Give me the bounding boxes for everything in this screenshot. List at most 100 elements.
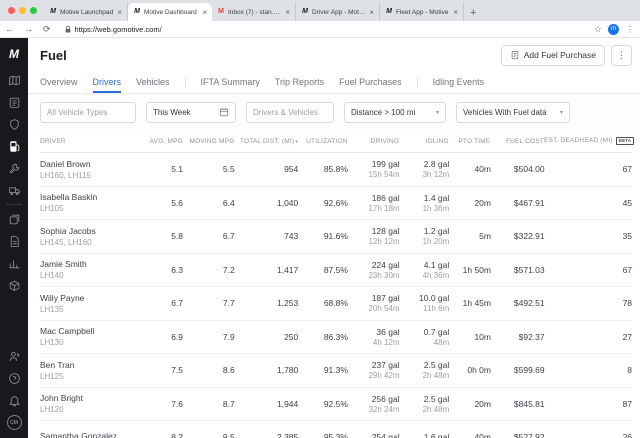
close-tab-icon[interactable]: × bbox=[202, 8, 207, 17]
table-row[interactable]: Samantha Gonzalez 8.2 9.5 2,385 95.3% 25… bbox=[40, 421, 632, 438]
col-moving-mpg[interactable]: MOVING MPG bbox=[183, 138, 235, 145]
tab-drivers[interactable]: Drivers bbox=[93, 72, 122, 93]
table-row[interactable]: John Bright LH120 7.6 8.7 1,944 92.5% 25… bbox=[40, 388, 632, 422]
col-driver[interactable]: DRIVER bbox=[40, 138, 139, 145]
app-sidebar: M bbox=[0, 38, 28, 438]
browser-tab[interactable]: M Driver App - Motive × bbox=[296, 3, 380, 21]
table-row[interactable]: Sophia Jacobs LH145, LH160 5.8 6.7 743 9… bbox=[40, 220, 632, 254]
browser-tab[interactable]: M Motive Launchpad × bbox=[44, 3, 128, 21]
reload-icon[interactable]: ⟳ bbox=[38, 24, 56, 35]
sidebar-item-documents[interactable] bbox=[0, 208, 28, 230]
table-row[interactable]: Jamie Smith LH140 6.3 7.2 1,417 87.5% 22… bbox=[40, 254, 632, 288]
bookmark-star-icon[interactable]: ☆ bbox=[588, 24, 608, 35]
col-fuel-cost[interactable]: FUEL COST bbox=[490, 138, 544, 145]
sidebar-item-analytics[interactable] bbox=[0, 252, 28, 274]
tab-ifta-summary[interactable]: IFTA Summary bbox=[201, 72, 260, 93]
browser-tab[interactable]: M Fleet App - Motive × bbox=[380, 3, 464, 21]
url-field[interactable]: https://web.gomotive.com/ bbox=[75, 25, 588, 34]
driving-time: 15h 54m bbox=[348, 170, 400, 179]
sidebar-item-notifications[interactable] bbox=[0, 389, 28, 411]
close-tab-icon[interactable]: × bbox=[285, 8, 290, 17]
browser-profile-avatar[interactable]: m bbox=[608, 24, 619, 35]
col-utilization[interactable]: UTILIZATION bbox=[298, 138, 348, 145]
col-total-dist[interactable]: TOTAL DIST. (MI)▾ bbox=[234, 138, 298, 145]
sidebar-item-maintenance[interactable] bbox=[0, 157, 28, 179]
col-pto-time[interactable]: PTO TIME bbox=[449, 138, 491, 145]
browser-tab[interactable]: M Inbox (7) - stan.marshal@trucki × bbox=[212, 3, 296, 21]
driver-cell: Mac Campbell LH130 bbox=[40, 326, 139, 347]
driver-name[interactable]: Willy Payne bbox=[40, 293, 139, 303]
sidebar-item-logs[interactable] bbox=[0, 91, 28, 113]
table-row[interactable]: Willy Payne LH135 6.7 7.7 1,253 68.8% 18… bbox=[40, 287, 632, 321]
tab-fuel-purchases[interactable]: Fuel Purchases bbox=[339, 72, 402, 93]
window-controls[interactable] bbox=[0, 0, 44, 21]
table-row[interactable]: Ben Tran LH125 7.5 8.6 1,780 91.3% 237 g… bbox=[40, 354, 632, 388]
close-tab-icon[interactable]: × bbox=[117, 8, 122, 17]
maximize-window-button[interactable] bbox=[30, 7, 37, 14]
forward-icon[interactable]: → bbox=[19, 24, 38, 34]
back-icon[interactable]: ← bbox=[0, 24, 19, 34]
chevron-down-icon: ▾ bbox=[560, 109, 563, 116]
driver-name[interactable]: Jamie Smith bbox=[40, 259, 139, 269]
tab-trip-reports[interactable]: Trip Reports bbox=[275, 72, 324, 93]
table-row[interactable]: Daniel Brown LH160, LH115 5.1 5.5 954 85… bbox=[40, 153, 632, 187]
moving-mpg-cell: 8.7 bbox=[183, 399, 235, 409]
col-est-deadhead[interactable]: EST. DEADHEAD (MI)BETA bbox=[544, 137, 632, 145]
close-window-button[interactable] bbox=[8, 7, 15, 14]
avg-mpg-cell: 7.6 bbox=[139, 399, 183, 409]
more-actions-button[interactable]: ⋮ bbox=[611, 45, 632, 66]
table-row[interactable]: Isabella Baskin LH105 5.6 6.4 1,040 92.6… bbox=[40, 187, 632, 221]
fuel-tab-bar: Overview Drivers Vehicles IFTA Summary T… bbox=[28, 72, 640, 94]
tab-title: Driver App - Motive bbox=[312, 9, 366, 16]
driver-name[interactable]: Samantha Gonzalez bbox=[40, 431, 139, 438]
truck-icon bbox=[8, 184, 21, 197]
tab-overview[interactable]: Overview bbox=[40, 72, 78, 93]
col-driving[interactable]: DRIVING bbox=[348, 138, 400, 145]
date-range-filter[interactable]: This Week bbox=[146, 102, 236, 123]
fuel-data-filter[interactable]: Vehicles With Fuel data ▾ bbox=[456, 102, 570, 123]
tab-vehicles[interactable]: Vehicles bbox=[136, 72, 170, 93]
vehicle-types-filter[interactable]: All Vehicle Types bbox=[40, 102, 136, 123]
table-row[interactable]: Mac Campbell LH130 6.9 7.9 250 86.3% 36 … bbox=[40, 321, 632, 355]
col-idling[interactable]: IDLING bbox=[399, 138, 449, 145]
driver-name[interactable]: Sophia Jacobs bbox=[40, 226, 139, 236]
driver-name[interactable]: Ben Tran bbox=[40, 360, 139, 370]
sidebar-item-marketplace[interactable] bbox=[0, 274, 28, 296]
utilization-cell: 68.8% bbox=[298, 298, 348, 308]
sidebar-item-help[interactable] bbox=[0, 367, 28, 389]
avg-mpg-cell: 8.2 bbox=[139, 432, 183, 438]
driver-name[interactable]: Isabella Baskin bbox=[40, 192, 139, 202]
close-tab-icon[interactable]: × bbox=[369, 8, 374, 17]
minimize-window-button[interactable] bbox=[19, 7, 26, 14]
distance-filter[interactable]: Distance > 100 mi ▾ bbox=[344, 102, 446, 123]
user-avatar[interactable]: CM bbox=[7, 415, 22, 430]
new-tab-button[interactable]: + bbox=[464, 7, 484, 21]
deadhead-cell: 67 bbox=[545, 164, 632, 174]
utilization-cell: 91.6% bbox=[298, 231, 348, 241]
driving-time: 32h 24m bbox=[348, 405, 400, 414]
fuel-cost-cell: $571.03 bbox=[491, 265, 545, 275]
sidebar-item-safety[interactable] bbox=[0, 113, 28, 135]
driver-name[interactable]: John Bright bbox=[40, 393, 139, 403]
idling-gallons: 2.5 gal bbox=[400, 360, 450, 370]
sidebar-item-dispatch[interactable] bbox=[0, 179, 28, 201]
add-fuel-purchase-button[interactable]: Add Fuel Purchase bbox=[501, 45, 605, 66]
driver-name[interactable]: Mac Campbell bbox=[40, 326, 139, 336]
driving-cell: 36 gal 4h 12m bbox=[348, 327, 400, 347]
fuel-cost-cell: $527.92 bbox=[491, 432, 545, 438]
sidebar-item-dashboard[interactable] bbox=[0, 69, 28, 91]
drivers-vehicles-filter[interactable]: Drivers & Vehicles bbox=[246, 102, 334, 123]
tab-idling-events[interactable]: Idling Events bbox=[433, 72, 485, 93]
browser-tab-active[interactable]: M Motive Dashboard × bbox=[128, 3, 212, 21]
total-dist-cell: 743 bbox=[235, 231, 299, 241]
col-avg-mpg[interactable]: AVG. MPG bbox=[139, 138, 183, 145]
sidebar-item-fuel[interactable] bbox=[0, 135, 28, 157]
browser-menu-icon[interactable]: ⋮ bbox=[624, 25, 640, 34]
fuel-cost-cell: $92.37 bbox=[491, 332, 545, 342]
pto-time-cell: 0h 0m bbox=[449, 365, 491, 375]
sidebar-item-reports[interactable] bbox=[0, 230, 28, 252]
driver-name[interactable]: Daniel Brown bbox=[40, 159, 139, 169]
filter-bar: All Vehicle Types This Week Drivers & Ve… bbox=[28, 94, 640, 130]
close-tab-icon[interactable]: × bbox=[453, 8, 458, 17]
sidebar-item-admin[interactable] bbox=[0, 345, 28, 367]
